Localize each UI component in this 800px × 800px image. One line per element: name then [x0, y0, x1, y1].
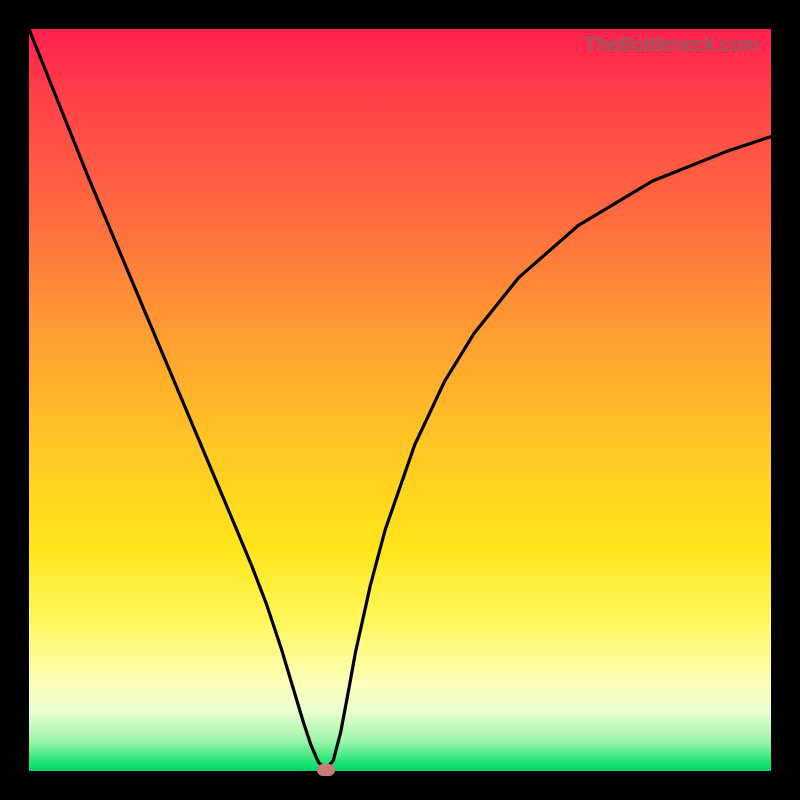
chart-frame: TheBottleneck.com: [0, 0, 800, 800]
curve-svg: [29, 29, 771, 771]
plot-area: TheBottleneck.com: [29, 29, 771, 771]
optimal-point-marker: [317, 764, 335, 776]
bottleneck-curve-path: [29, 29, 771, 770]
